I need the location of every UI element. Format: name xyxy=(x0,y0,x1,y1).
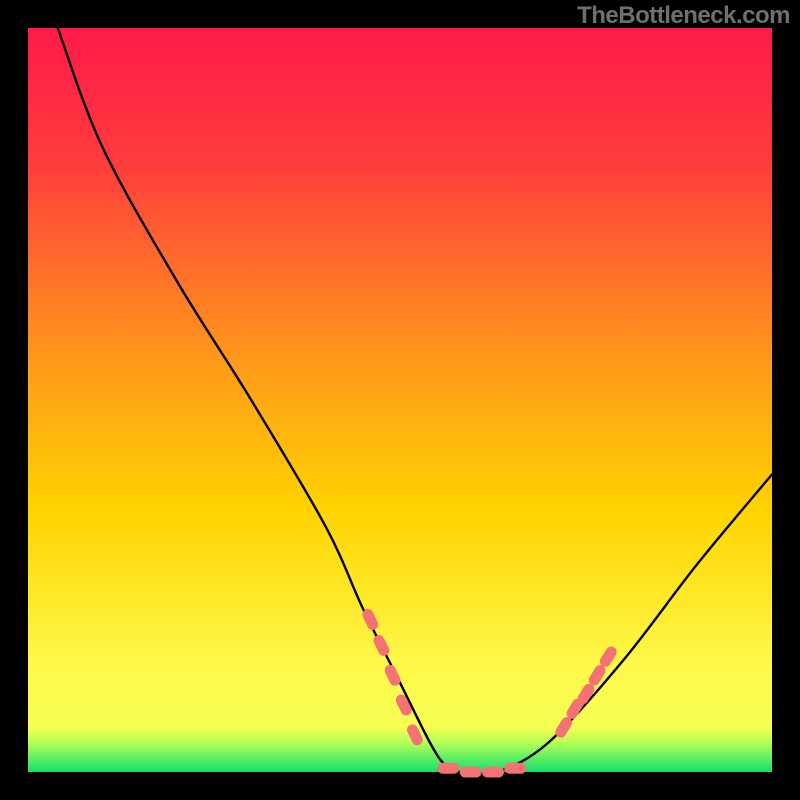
curve-marker xyxy=(460,767,482,778)
chart-svg xyxy=(0,0,800,800)
chart-root: TheBottleneck.com xyxy=(0,0,800,800)
curve-marker xyxy=(437,763,459,774)
watermark-text: TheBottleneck.com xyxy=(577,2,790,30)
plot-area xyxy=(28,28,772,772)
curve-marker xyxy=(504,763,526,774)
curve-marker xyxy=(482,767,504,778)
